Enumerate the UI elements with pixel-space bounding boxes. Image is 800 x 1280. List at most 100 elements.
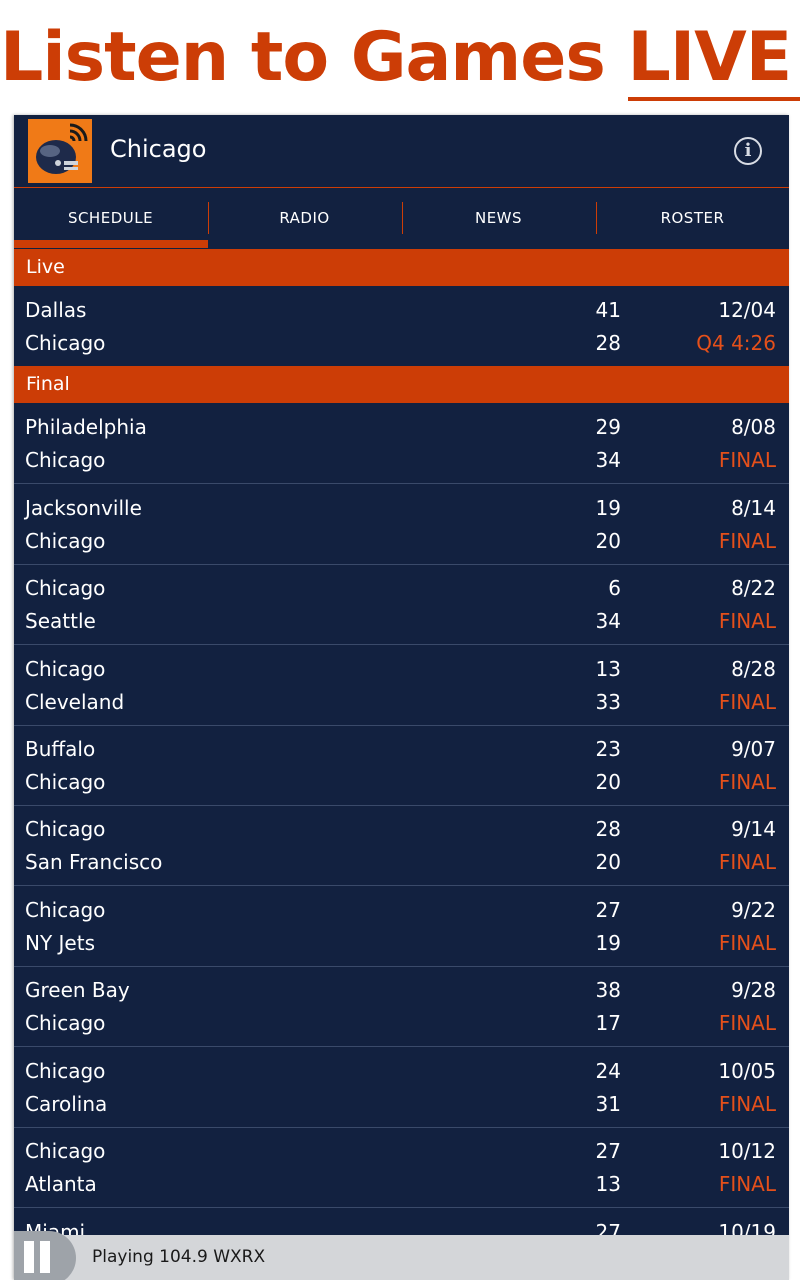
section-header-live: Live [14,249,789,286]
game-row[interactable]: Chicago 24 10/05 Carolina 31 FINAL [14,1047,789,1128]
team-name: Chicago [25,448,106,472]
tab-schedule[interactable]: SCHEDULE [14,188,207,248]
game-date: 8/22 [731,576,776,600]
app-header: Chicago i [14,115,789,188]
team-name: Cleveland [25,690,125,714]
game-status: FINAL [718,770,776,794]
pause-icon-bar [24,1241,34,1273]
team-score: 34 [595,609,621,633]
section-label: Live [26,256,65,278]
team-score: 20 [595,850,621,874]
game-date: 12/04 [718,298,776,322]
game-status: FINAL [718,931,776,955]
game-row[interactable]: Green Bay 38 9/28 Chicago 17 FINAL [14,966,789,1047]
team-score: 33 [595,690,621,714]
app-window: Chicago i SCHEDULE RADIO NEWS ROSTER Liv… [14,115,789,1280]
tab-roster[interactable]: ROSTER [596,188,789,248]
game-row[interactable]: Chicago 27 10/12 Atlanta 13 FINAL [14,1127,789,1208]
pause-button[interactable] [14,1231,76,1280]
game-date: 9/14 [731,817,776,841]
game-row[interactable]: Chicago 13 8/28 Cleveland 33 FINAL [14,645,789,726]
game-row[interactable]: Chicago 6 8/22 Seattle 34 FINAL [14,564,789,645]
game-status: Q4 4:26 [696,331,776,355]
app-title: Chicago [110,135,207,163]
team-score: 31 [595,1092,621,1116]
team-name: Chicago [25,331,106,355]
tab-bar: SCHEDULE RADIO NEWS ROSTER [14,188,789,248]
game-status: FINAL [718,850,776,874]
game-date: 10/12 [718,1139,776,1163]
team-score: 27 [595,898,621,922]
team-name: Chicago [25,576,106,600]
football-helmet-radio-icon [28,119,92,183]
promo-title: Listen to Games LIVE! [0,18,800,98]
game-date: 8/08 [731,415,776,439]
team-score: 13 [595,1172,621,1196]
team-score: 38 [595,978,621,1002]
game-status: FINAL [718,1011,776,1035]
team-name: Chicago [25,817,106,841]
team-name: Chicago [25,1011,106,1035]
section-label: Final [26,373,70,395]
team-name: Chicago [25,770,106,794]
game-date: 8/14 [731,496,776,520]
team-score: 28 [595,331,621,355]
team-name: NY Jets [25,931,95,955]
game-status: FINAL [718,529,776,553]
team-name: Chicago [25,657,106,681]
team-name: Carolina [25,1092,108,1116]
game-date: 9/22 [731,898,776,922]
team-name: Green Bay [25,978,130,1002]
game-row[interactable]: Chicago 28 9/14 San Francisco 20 FINAL [14,805,789,886]
team-score: 17 [595,1011,621,1035]
team-name: Jacksonville [25,496,142,520]
promo-title-live: LIVE! [628,18,800,97]
game-date: 9/07 [731,737,776,761]
now-playing-text: Playing 104.9 WXRX [92,1247,266,1267]
tab-news[interactable]: NEWS [402,188,595,248]
team-name: Chicago [25,898,106,922]
game-date: 10/05 [718,1059,776,1083]
team-name: Dallas [25,298,87,322]
team-score: 28 [595,817,621,841]
section-header-final: Final [14,366,789,403]
game-row[interactable]: Philadelphia 29 8/08 Chicago 34 FINAL [14,403,789,484]
team-name: Seattle [25,609,96,633]
game-row[interactable]: Jacksonville 19 8/14 Chicago 20 FINAL [14,484,789,565]
team-score: 34 [595,448,621,472]
team-score: 23 [595,737,621,761]
team-score: 19 [595,931,621,955]
team-name: Philadelphia [25,415,147,439]
info-icon[interactable]: i [734,137,762,165]
team-score: 6 [608,576,621,600]
team-name: Chicago [25,1059,106,1083]
game-date: 8/28 [731,657,776,681]
game-status: FINAL [718,448,776,472]
now-playing-bar: Playing 104.9 WXRX [14,1231,789,1280]
game-row[interactable]: Dallas 41 12/04 Chicago 28 Q4 4:26 [14,286,789,367]
team-name: Chicago [25,1139,106,1163]
team-score: 20 [595,770,621,794]
game-row[interactable]: Buffalo 23 9/07 Chicago 20 FINAL [14,725,789,806]
promo-banner: Listen to Games LIVE! [0,0,800,114]
game-row[interactable]: Chicago 27 9/22 NY Jets 19 FINAL [14,886,789,967]
game-status: FINAL [718,1172,776,1196]
promo-title-text: Listen to Games [0,18,628,97]
game-date: 9/28 [731,978,776,1002]
tab-radio[interactable]: RADIO [208,188,401,248]
game-status: FINAL [718,609,776,633]
game-status: FINAL [718,690,776,714]
team-score: 29 [595,415,621,439]
team-name: Buffalo [25,737,96,761]
team-score: 41 [595,298,621,322]
team-score: 13 [595,657,621,681]
pause-icon-bar [40,1241,50,1273]
active-tab-indicator [14,240,208,248]
team-name: Chicago [25,529,106,553]
team-score: 20 [595,529,621,553]
team-score: 19 [595,496,621,520]
team-score: 27 [595,1139,621,1163]
team-name: San Francisco [25,850,163,874]
game-status: FINAL [718,1092,776,1116]
team-name: Atlanta [25,1172,97,1196]
